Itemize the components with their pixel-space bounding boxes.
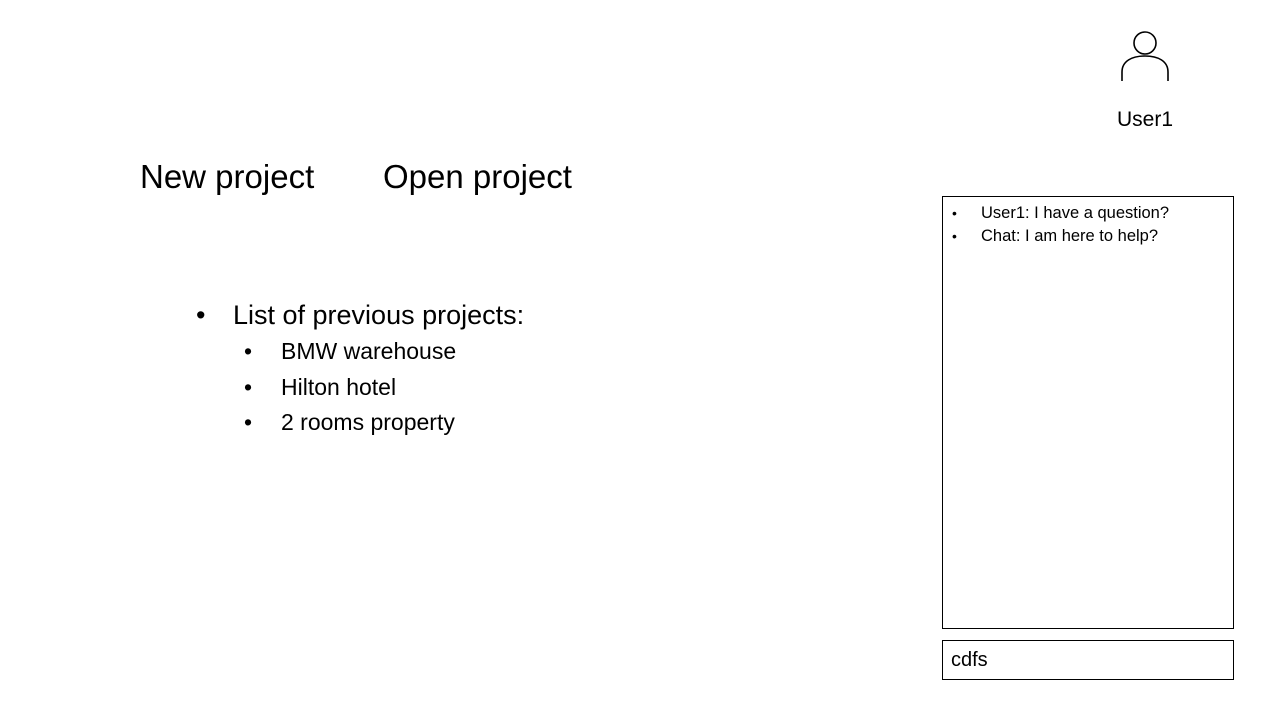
chat-message-text: User1: I have a question? bbox=[981, 204, 1170, 222]
bullet: • bbox=[196, 300, 206, 330]
bullet: • bbox=[244, 373, 253, 400]
open-project-link[interactable]: Open project bbox=[383, 156, 572, 198]
bullet: • bbox=[952, 205, 957, 221]
project-item-label: Hilton hotel bbox=[281, 373, 397, 400]
previous-projects-heading: • List of previous projects: bbox=[196, 296, 524, 334]
bullet: • bbox=[244, 409, 253, 435]
chat-panel[interactable]: • User1: I have a question? • Chat: I am… bbox=[942, 196, 1234, 629]
user-name: User1 bbox=[1116, 108, 1174, 131]
chat-message: • User1: I have a question? bbox=[943, 202, 1233, 225]
previous-projects-list: • List of previous projects: • BMW wareh… bbox=[196, 296, 524, 441]
chat-message-text: Chat: I am here to help? bbox=[981, 227, 1159, 245]
chat-input[interactable] bbox=[942, 640, 1234, 680]
project-item-label: BMW warehouse bbox=[281, 338, 457, 364]
user-profile[interactable]: User1 bbox=[1100, 28, 1190, 132]
bullet: • bbox=[244, 338, 253, 364]
project-item-2-rooms-property[interactable]: • 2 rooms property bbox=[244, 405, 524, 441]
project-item-label: 2 rooms property bbox=[281, 409, 455, 435]
bullet: • bbox=[952, 228, 957, 244]
main-page: User1 New project Open project • List of… bbox=[0, 0, 1280, 720]
project-item-bmw-warehouse[interactable]: • BMW warehouse bbox=[244, 334, 524, 370]
previous-projects-heading-text: List of previous projects: bbox=[233, 300, 525, 330]
user-icon[interactable] bbox=[1119, 28, 1171, 84]
chat-message-list: • User1: I have a question? • Chat: I am… bbox=[943, 197, 1233, 248]
chat-message: • Chat: I am here to help? bbox=[943, 225, 1233, 248]
project-item-hilton-hotel[interactable]: • Hilton hotel bbox=[244, 370, 524, 406]
new-project-link[interactable]: New project bbox=[140, 156, 314, 198]
